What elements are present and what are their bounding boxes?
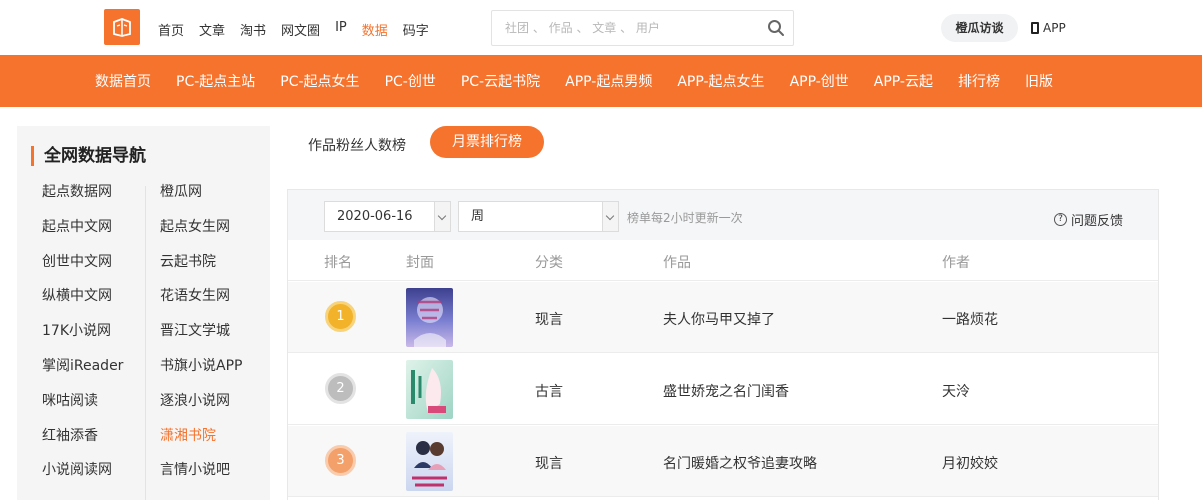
row-title[interactable]: 盛世娇宠之名门闺香 (663, 381, 789, 401)
main-nav-item-app-qidian-male[interactable]: APP-起点男频 (565, 71, 652, 91)
update-note: 榜单每2小时更新一次 (627, 211, 743, 225)
chevron-down-icon[interactable] (602, 202, 618, 231)
sidebar-link[interactable]: 书旗小说APP (160, 355, 242, 390)
table-row[interactable]: 1 现言 夫人你马甲又掉了 一路烦花 (288, 282, 1158, 353)
question-icon: ? (1054, 213, 1067, 226)
tab-fans-ranking[interactable]: 作品粉丝人数榜 (308, 135, 406, 155)
book-cover-image (406, 432, 453, 491)
header-title: 作品 (663, 255, 691, 271)
bronze-medal-icon: 3 (325, 445, 356, 476)
sidebar-link[interactable]: 17K小说网 (42, 320, 123, 355)
sidebar-link[interactable]: 云起书院 (160, 251, 242, 286)
top-nav-item-home[interactable]: 首页 (158, 20, 184, 39)
header-cover: 封面 (406, 255, 434, 271)
row-category: 现言 (535, 312, 563, 328)
main-nav-item-pc-qidian[interactable]: PC-起点主站 (176, 71, 255, 91)
table-row[interactable]: 3 现言 名门暖婚之权爷追妻攻略 月初姣姣 (288, 426, 1158, 497)
row-title[interactable]: 名门暖婚之权爷追妻攻略 (663, 453, 817, 473)
sidebar-divider (145, 186, 146, 500)
sidebar-link[interactable]: 创世中文网 (42, 251, 123, 286)
sidebar-link[interactable]: 小说阅读网 (42, 459, 123, 494)
top-nav-item-data[interactable]: 数据 (362, 20, 388, 39)
period-select[interactable]: 周 (458, 201, 619, 232)
sidebar-link[interactable]: 起点女生网 (160, 216, 242, 251)
sidebar-link[interactable]: 橙瓜网 (160, 181, 242, 216)
table-header: 排名 封面 分类 作品 作者 (288, 240, 1158, 281)
ranking-panel: 2020-06-16 周 榜单每2小时更新一次 ? 问题反馈 排名 封面 分类 … (287, 189, 1159, 500)
row-author[interactable]: 月初姣姣 (942, 453, 998, 473)
chengua-interview-button[interactable]: 橙瓜访谈 (941, 14, 1018, 42)
main-nav-item-app-yunqi[interactable]: APP-云起 (874, 71, 933, 91)
book-logo-icon (113, 18, 131, 37)
row-category: 古言 (535, 384, 563, 400)
main-nav-item-data-home[interactable]: 数据首页 (95, 71, 151, 91)
top-bar: 首页 文章 淘书 网文圈 IP 数据 码字 橙瓜访谈 APP (0, 0, 1202, 55)
chevron-down-icon[interactable] (434, 202, 450, 231)
sidebar-link[interactable]: 纵横中文网 (42, 285, 123, 320)
period-select-value: 周 (471, 209, 485, 224)
header-rank: 排名 (324, 255, 352, 271)
top-nav: 首页 文章 淘书 网文圈 IP 数据 码字 (158, 20, 444, 39)
date-select-value: 2020-06-16 (337, 209, 413, 224)
phone-icon (1031, 22, 1039, 34)
feedback-label: 问题反馈 (1071, 214, 1124, 229)
book-cover-image (406, 288, 453, 347)
sidebar-link[interactable]: 花语女生网 (160, 285, 242, 320)
sidebar-link[interactable]: 红袖添香 (42, 425, 123, 460)
row-title[interactable]: 夫人你马甲又掉了 (663, 309, 775, 329)
sidebar-link[interactable]: 起点数据网 (42, 181, 123, 216)
app-link-label: APP (1043, 21, 1066, 35)
sidebar-link[interactable]: 掌阅iReader (42, 355, 123, 390)
main-nav-item-app-qidian-female[interactable]: APP-起点女生 (677, 71, 764, 91)
main-nav-item-old-version[interactable]: 旧版 (1025, 71, 1053, 91)
top-nav-item-writing[interactable]: 码字 (403, 20, 429, 39)
main-nav-item-pc-yunqi[interactable]: PC-云起书院 (461, 71, 540, 91)
main-nav-item-pc-qidian-female[interactable]: PC-起点女生 (280, 71, 359, 91)
top-nav-item-books[interactable]: 淘书 (240, 20, 266, 39)
table-row[interactable]: 2 古言 盛世娇宠之名门闺香 天泠 (288, 354, 1158, 425)
top-nav-item-articles[interactable]: 文章 (199, 20, 225, 39)
top-nav-item-circle[interactable]: 网文圈 (281, 20, 320, 39)
sidebar-link[interactable]: 起点中文网 (42, 216, 123, 251)
sidebar-column-left: 起点数据网 起点中文网 创世中文网 纵横中文网 17K小说网 掌阅iReader… (42, 181, 123, 494)
feedback-link[interactable]: ? 问题反馈 (1054, 210, 1123, 229)
search-box (491, 10, 794, 46)
data-navigation-sidebar: 全网数据导航 起点数据网 起点中文网 创世中文网 纵横中文网 17K小说网 掌阅… (17, 126, 270, 500)
search-icon[interactable] (767, 19, 785, 37)
sidebar-link-active[interactable]: 潇湘书院 (160, 425, 242, 460)
book-cover-image (406, 360, 453, 419)
book-cover[interactable] (406, 360, 453, 419)
header-author: 作者 (942, 255, 970, 271)
row-author[interactable]: 一路烦花 (942, 309, 998, 329)
top-nav-item-ip[interactable]: IP (335, 20, 347, 39)
tab-monthly-ticket-ranking[interactable]: 月票排行榜 (430, 126, 544, 158)
main-nav-item-pc-chuangshi[interactable]: PC-创世 (385, 71, 436, 91)
book-cover[interactable] (406, 288, 453, 347)
silver-medal-icon: 2 (325, 373, 356, 404)
gold-medal-icon: 1 (325, 301, 356, 332)
sidebar-link[interactable]: 言情小说吧 (160, 459, 242, 494)
main-nav-item-rankings[interactable]: 排行榜 (958, 71, 1000, 91)
sidebar-link[interactable]: 逐浪小说网 (160, 390, 242, 425)
filter-bar: 2020-06-16 周 榜单每2小时更新一次 ? 问题反馈 (288, 190, 1158, 240)
header-category: 分类 (535, 255, 563, 271)
book-cover[interactable] (406, 432, 453, 491)
sidebar-link[interactable]: 晋江文学城 (160, 320, 242, 355)
app-link[interactable]: APP (1031, 21, 1066, 35)
date-select[interactable]: 2020-06-16 (324, 201, 451, 232)
row-author[interactable]: 天泠 (942, 381, 970, 401)
sidebar-link[interactable]: 咪咕阅读 (42, 390, 123, 425)
site-logo[interactable] (104, 9, 140, 45)
row-category: 现言 (535, 456, 563, 472)
main-nav: 数据首页 PC-起点主站 PC-起点女生 PC-创世 PC-云起书院 APP-起… (0, 55, 1202, 107)
sidebar-column-right: 橙瓜网 起点女生网 云起书院 花语女生网 晋江文学城 书旗小说APP 逐浪小说网… (160, 181, 242, 494)
sidebar-title: 全网数据导航 (31, 146, 146, 166)
search-input[interactable] (492, 11, 762, 45)
main-nav-item-app-chuangshi[interactable]: APP-创世 (790, 71, 849, 91)
